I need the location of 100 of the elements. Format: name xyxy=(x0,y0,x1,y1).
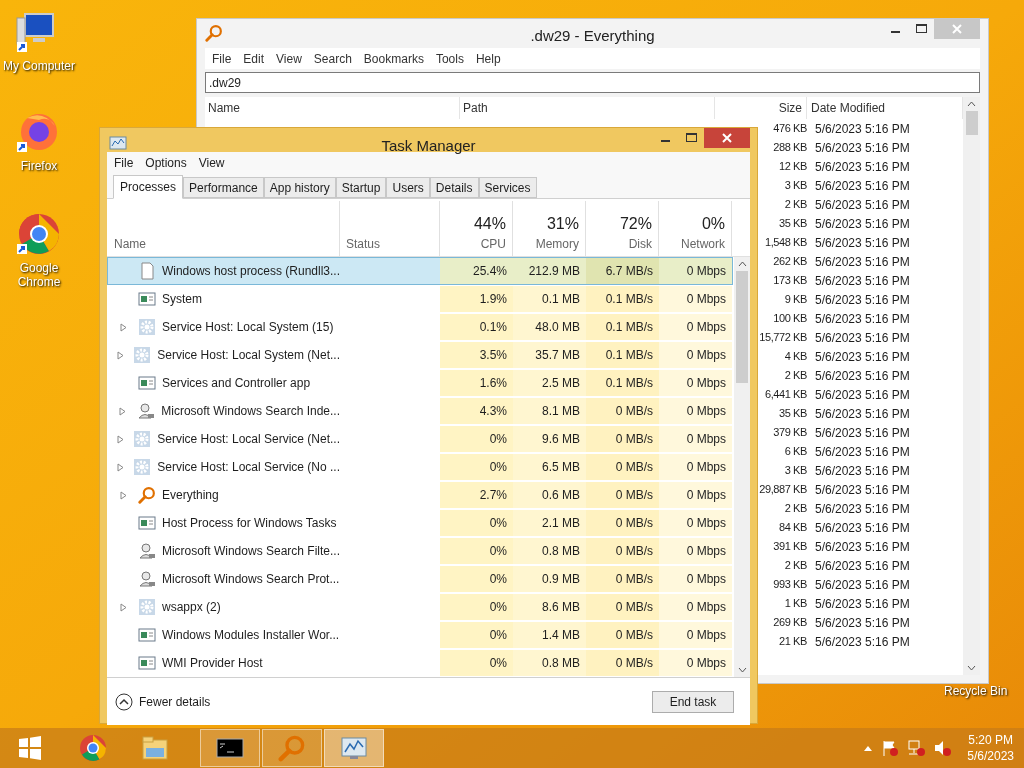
menu-item[interactable]: Tools xyxy=(430,49,469,68)
table-cell-text: 5/6/2023 5:16 PM xyxy=(814,443,911,461)
menu-item[interactable]: Bookmarks xyxy=(358,49,429,68)
user-icon xyxy=(137,542,156,560)
monitor-icon xyxy=(109,136,127,152)
menu-item[interactable]: Help xyxy=(470,49,506,68)
table-cell-text: 6 KB xyxy=(783,444,807,460)
table-cell-text: 1,548 KB xyxy=(763,235,807,251)
process-row[interactable]: Service Host: Local Service (Net... 0% 9.6 MB 0 MB/s 0 Mbps xyxy=(107,425,733,453)
process-row[interactable]: Microsoft Windows Search Prot... 0% 0.9 MB 0 MB/s 0 Mbps xyxy=(107,565,733,593)
tab[interactable]: Services xyxy=(478,177,537,198)
tab[interactable]: Details xyxy=(429,177,479,198)
column-header[interactable]: Size xyxy=(715,97,807,119)
expand-arrow-icon[interactable] xyxy=(119,602,127,612)
process-name: System xyxy=(162,291,202,308)
table-cell: 0% xyxy=(440,566,513,592)
flag-icon[interactable] xyxy=(881,739,900,757)
table-cell: 0 Mbps xyxy=(659,594,732,620)
table-cell: 2.7% xyxy=(440,482,513,508)
table-cell-text: 5/6/2023 5:16 PM xyxy=(814,120,911,138)
process-row[interactable]: wsappx (2) 0% 8.6 MB 0 MB/s 0 Mbps xyxy=(107,593,733,621)
table-cell-text: 5/6/2023 5:16 PM xyxy=(814,310,911,328)
scrollbar[interactable] xyxy=(734,257,750,677)
network-icon[interactable] xyxy=(907,739,926,757)
table-cell-text: 15,772 KB xyxy=(758,330,807,346)
tab[interactable]: Processes xyxy=(113,175,184,199)
expand-arrow-icon[interactable] xyxy=(117,434,125,444)
close-button[interactable] xyxy=(704,128,750,148)
fewer-details-button[interactable]: Fewer details xyxy=(115,692,211,711)
process-name: Host Process for Windows Tasks xyxy=(162,515,337,532)
menu-item[interactable]: Search xyxy=(308,49,357,68)
scrollbar-thumb[interactable] xyxy=(965,111,978,135)
table-cell-text: 5/6/2023 5:16 PM xyxy=(814,291,911,309)
table-cell: 0 MB/s xyxy=(586,510,659,536)
expand-arrow-icon[interactable] xyxy=(119,406,127,416)
process-row[interactable]: Everything 2.7% 0.6 MB 0 MB/s 0 Mbps xyxy=(107,481,733,509)
end-task-button[interactable]: End task xyxy=(652,690,734,713)
chevron-up-icon[interactable] xyxy=(863,744,874,752)
magnifier-icon xyxy=(278,734,306,762)
process-row[interactable]: Service Host: Local System (15) 0.1% 48.0 MB 0.1 MB/s 0 Mbps xyxy=(107,313,733,341)
table-cell: 0 MB/s xyxy=(586,538,659,564)
column-header[interactable]: 31% Memory xyxy=(513,201,586,256)
process-name: Microsoft Windows Search Prot... xyxy=(162,571,340,588)
table-cell: 0 Mbps xyxy=(659,314,732,340)
expand-arrow-icon[interactable] xyxy=(117,462,125,472)
expand-arrow-icon[interactable] xyxy=(117,350,125,360)
table-cell: 0 Mbps xyxy=(659,286,732,312)
menu-item[interactable]: Options xyxy=(140,154,192,172)
menu-item[interactable]: View xyxy=(271,49,307,68)
process-row[interactable]: Microsoft Windows Search Filte... 0% 0.8 MB 0 MB/s 0 Mbps xyxy=(107,537,733,565)
process-row[interactable]: Host Process for Windows Tasks 0% 2.1 MB 0 MB/s 0 Mbps xyxy=(107,509,733,537)
process-row[interactable]: Windows host process (Rundll3... 25.4% 212.9 MB 6.7 MB/s 0 Mbps xyxy=(107,257,733,285)
taskbar-button[interactable] xyxy=(200,729,260,767)
close-icon xyxy=(722,133,732,143)
table-cell: 0.1 MB xyxy=(513,286,586,312)
table-cell-text: 5/6/2023 5:16 PM xyxy=(814,196,911,214)
table-cell: 0.1 MB/s xyxy=(586,286,659,312)
speaker-icon[interactable] xyxy=(933,739,952,757)
process-row[interactable]: Service Host: Local System (Net... 3.5% 35.7 MB 0.1 MB/s 0 Mbps xyxy=(107,341,733,369)
menu-item[interactable]: View xyxy=(193,154,230,172)
process-name: Service Host: Local Service (No ... xyxy=(157,459,340,476)
table-cell: 0 Mbps xyxy=(659,342,732,368)
column-header[interactable]: Name xyxy=(205,97,460,119)
tab[interactable]: Users xyxy=(386,177,430,198)
process-row[interactable]: Services and Controller app 1.6% 2.5 MB 0.1 MB/s 0 Mbps xyxy=(107,369,733,397)
column-header[interactable]: 44% CPU xyxy=(440,201,513,256)
table-cell: 0% xyxy=(440,622,513,648)
process-name: Microsoft Windows Search Inde... xyxy=(161,403,340,420)
table-cell-text: 6,441 KB xyxy=(763,387,807,403)
tab[interactable]: Startup xyxy=(335,177,387,198)
menu-item[interactable]: Edit xyxy=(238,49,270,68)
process-row[interactable]: System 1.9% 0.1 MB 0.1 MB/s 0 Mbps xyxy=(107,285,733,313)
folder-icon xyxy=(141,734,169,762)
column-header[interactable]: 0% Network xyxy=(659,201,732,256)
process-name: Windows Modules Installer Wor... xyxy=(162,627,340,644)
table-cell: 0.8 MB xyxy=(513,538,586,564)
expand-arrow-icon[interactable] xyxy=(119,322,127,332)
column-header[interactable]: Status xyxy=(340,201,440,256)
table-cell: 0.9 MB xyxy=(513,566,586,592)
column-header[interactable]: 72% Disk xyxy=(586,201,659,256)
column-header[interactable]: Path xyxy=(460,97,715,119)
tab[interactable]: App history xyxy=(263,177,336,198)
scrollbar-thumb[interactable] xyxy=(736,271,748,383)
table-cell-text: 5/6/2023 5:16 PM xyxy=(814,405,911,423)
table-cell: 0 MB/s xyxy=(586,594,659,620)
monitor-icon xyxy=(340,734,368,762)
process-row[interactable]: Service Host: Local Service (No ... 0% 6.5 MB 0 MB/s 0 Mbps xyxy=(107,453,733,481)
table-cell: 0 Mbps xyxy=(659,426,732,452)
process-row[interactable]: WMI Provider Host 0% 0.8 MB 0 MB/s 0 Mbps xyxy=(107,649,733,677)
search-field[interactable]: .dw29 xyxy=(205,72,980,93)
menu-item[interactable]: File xyxy=(207,49,237,68)
magnifier-icon xyxy=(205,24,223,42)
menu-item[interactable]: File xyxy=(109,154,139,172)
column-header[interactable]: Name xyxy=(107,201,340,256)
process-row[interactable]: Microsoft Windows Search Inde... 4.3% 8.1 MB 0 MB/s 0 Mbps xyxy=(107,397,733,425)
tab[interactable]: Performance xyxy=(183,177,264,198)
table-cell: 35.7 MB xyxy=(513,342,586,368)
process-row[interactable]: Windows Modules Installer Wor... 0% 1.4 MB 0 MB/s 0 Mbps xyxy=(107,621,733,649)
table-cell: 0 MB/s xyxy=(586,622,659,648)
expand-arrow-icon[interactable] xyxy=(119,490,127,500)
